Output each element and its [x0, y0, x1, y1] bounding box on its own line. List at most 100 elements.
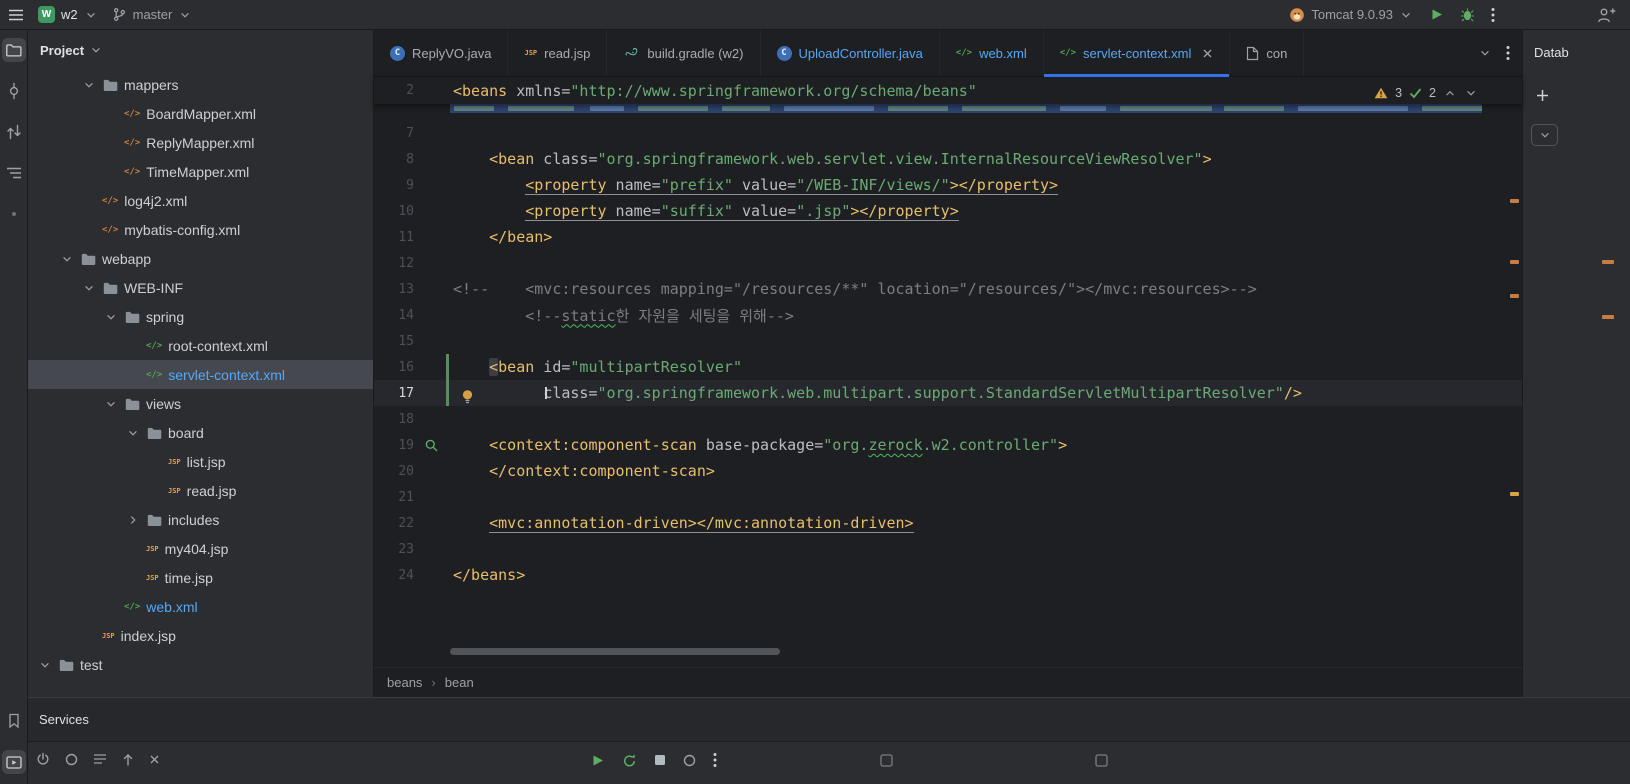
vertical-scrollbar[interactable] [1508, 77, 1522, 667]
tree-item-list-jsp[interactable]: JSP list.jsp [28, 447, 373, 476]
debug-button[interactable] [1460, 7, 1475, 22]
bookmarks-icon[interactable] [2, 709, 26, 733]
structure-icon[interactable] [2, 161, 26, 185]
previous-problem-icon[interactable] [1443, 86, 1457, 100]
tree-item-web-inf[interactable]: WEB-INF [28, 273, 373, 302]
tab-build-gradle-w2[interactable]: build.gradle (w2) [607, 30, 761, 76]
pull-requests-icon[interactable] [2, 120, 26, 144]
code-line-20[interactable]: 20 </context:component-scan> [374, 458, 1522, 484]
tree-item-webapp[interactable]: webapp [28, 244, 373, 273]
tree-item-mybatis-config-xml[interactable]: </> mybatis-config.xml [28, 215, 373, 244]
intention-bulb-icon[interactable] [461, 389, 474, 404]
code-line-11[interactable]: 11 </bean> [374, 224, 1522, 250]
run-icon[interactable] [590, 753, 605, 768]
services-icon[interactable] [1, 750, 26, 774]
code-line-21[interactable]: 21 [374, 484, 1522, 510]
tree-item-test[interactable]: test [28, 650, 373, 679]
next-problem-icon[interactable] [1464, 86, 1478, 100]
notifications-dot-icon[interactable] [2, 202, 26, 226]
tree-item-replymapper-xml[interactable]: </> ReplyMapper.xml [28, 128, 373, 157]
tree-item-my404-jsp[interactable]: JSP my404.jsp [28, 534, 373, 563]
spring-bean-icon[interactable] [418, 438, 444, 453]
chevron-down-icon[interactable] [82, 281, 96, 295]
breadcrumb-bean[interactable]: bean [445, 675, 474, 690]
tree-item-timemapper-xml[interactable]: </> TimeMapper.xml [28, 157, 373, 186]
hidden-tabs-chevron-icon[interactable] [1478, 46, 1492, 60]
tree-item-boardmapper-xml[interactable]: </> BoardMapper.xml [28, 99, 373, 128]
tree-item-index-jsp[interactable]: JSP index.jsp [28, 621, 373, 650]
code-line-23[interactable]: 23 [374, 536, 1522, 562]
checkbox-icon[interactable] [880, 754, 893, 767]
tree-item-includes[interactable]: includes [28, 505, 373, 534]
chevron-down-icon[interactable] [104, 310, 118, 324]
code-line-19[interactable]: 19 <context:component-scan base-package=… [374, 432, 1522, 458]
suspend-icon[interactable] [683, 754, 696, 767]
code-line-15[interactable]: 15 [374, 328, 1522, 354]
editor[interactable]: 2 <beans xmlns="http://www.springframewor… [374, 77, 1522, 667]
project-icon[interactable] [1, 38, 26, 62]
tab-con[interactable]: con [1230, 30, 1305, 76]
chevron-down-icon[interactable] [126, 426, 140, 440]
tab-uploadcontroller-java[interactable]: C UploadController.java [761, 30, 940, 76]
code-line-10[interactable]: 10 <property name="suffix" value=".jsp">… [374, 198, 1522, 224]
code-line-9[interactable]: 9 <property name="prefix" value="/WEB-IN… [374, 172, 1522, 198]
run-configuration-selector[interactable]: Tomcat 9.0.93 [1289, 7, 1413, 23]
chevron-down-icon[interactable] [104, 397, 118, 411]
project-panel-header[interactable]: Project [28, 30, 373, 70]
tree-item-log4j2-xml[interactable]: </> log4j2.xml [28, 186, 373, 215]
code-line-17[interactable]: 17 class="org.springframework.web.multip… [374, 380, 1522, 406]
tab-options-kebab-icon[interactable] [1506, 45, 1510, 61]
horizontal-scrollbar[interactable] [450, 648, 780, 655]
code-line-22[interactable]: 22 <mvc:annotation-driven></mvc:annotati… [374, 510, 1522, 536]
chevron-down-icon[interactable] [82, 78, 96, 92]
code-line-18[interactable]: 18 [374, 406, 1522, 432]
more-options-button[interactable] [1491, 7, 1495, 23]
code-line-13[interactable]: 13 <!-- <mvc:resources mapping="/resource… [374, 276, 1522, 302]
rerun-icon[interactable] [622, 753, 637, 768]
breadcrumb-beans[interactable]: beans [387, 675, 422, 690]
tab-replyvo-java[interactable]: C ReplyVO.java [374, 30, 509, 76]
power-icon[interactable] [36, 752, 50, 766]
services-panel-header[interactable]: Services [28, 697, 1630, 741]
tree-item-time-jsp[interactable]: JSP time.jsp [28, 563, 373, 592]
code-line-12[interactable]: 12 [374, 250, 1522, 276]
tab-read-jsp[interactable]: JSP read.jsp [508, 30, 608, 76]
chevron-right-icon[interactable] [126, 513, 140, 527]
code-line-16[interactable]: 16 <bean id="multipartResolver" [374, 354, 1522, 380]
commit-icon[interactable] [2, 79, 26, 103]
suspend-icon[interactable] [65, 753, 78, 766]
checkbox-icon[interactable] [1095, 754, 1108, 767]
tab-web-xml[interactable]: </> web.xml [940, 30, 1044, 76]
kebab-icon[interactable] [713, 752, 717, 768]
main-menu-icon[interactable] [8, 8, 24, 22]
list-icon[interactable] [93, 752, 107, 766]
tree-item-read-jsp[interactable]: JSP read.jsp [28, 476, 373, 505]
project-selector[interactable]: W w2 [38, 6, 98, 23]
chevron-down-icon[interactable] [60, 252, 74, 266]
tree-item-root-context-xml[interactable]: </> root-context.xml [28, 331, 373, 360]
tree-item-board[interactable]: board [28, 418, 373, 447]
tree-item-mappers[interactable]: mappers [28, 70, 373, 99]
tree-item-web-xml[interactable]: </> web.xml [28, 592, 373, 621]
code-line-7[interactable]: 7 [374, 120, 1522, 146]
close-icon[interactable] [149, 754, 160, 765]
code-line-24[interactable]: 24 </beans> [374, 562, 1522, 588]
database-panel-title[interactable]: Datab [1523, 30, 1630, 60]
branch-selector[interactable]: master [112, 7, 193, 22]
collapse-icon[interactable] [122, 752, 134, 766]
tab-servlet-context-xml[interactable]: </> servlet-context.xml [1043, 30, 1231, 77]
inspections-widget[interactable]: 3 2 [1374, 86, 1478, 100]
close-tab-icon[interactable] [1202, 48, 1213, 59]
sticky-line[interactable]: 2 <beans xmlns="http://www.springframewor… [374, 77, 1522, 104]
stop-icon[interactable] [654, 754, 666, 766]
chevron-down-icon[interactable] [38, 658, 52, 672]
code-with-me-button[interactable] [1597, 7, 1616, 23]
run-button[interactable] [1429, 7, 1444, 22]
add-datasource-icon[interactable] [1535, 88, 1550, 103]
tree-item-views[interactable]: views [28, 389, 373, 418]
code-line-8[interactable]: 8 <bean class="org.springframework.web.s… [374, 146, 1522, 172]
tree-item-spring[interactable]: spring [28, 302, 373, 331]
code-line-14[interactable]: 14 <!--static한 자원을 세팅을 위해--> [374, 302, 1522, 328]
panel-collapse-button[interactable] [1531, 124, 1558, 146]
tree-item-servlet-context-xml[interactable]: </> servlet-context.xml [28, 360, 373, 389]
